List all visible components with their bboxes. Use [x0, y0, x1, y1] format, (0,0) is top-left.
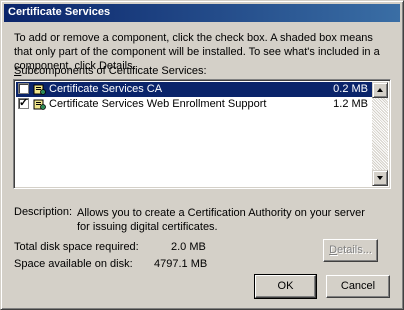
- subcomponents-list[interactable]: Certificate Services CA 0.2 MB ✓ Certifi…: [13, 79, 391, 189]
- subcomponents-label: Subcomponents of Certificate Services:: [14, 65, 207, 77]
- list-item-certificate-services-ca[interactable]: Certificate Services CA 0.2 MB: [16, 82, 372, 97]
- total-disk-value: 2.0 MB: [171, 241, 206, 253]
- description-label: Description:: [14, 206, 73, 218]
- checkbox-web-enrollment-support[interactable]: ✓: [18, 98, 29, 109]
- certificate-component-icon: [33, 84, 46, 95]
- total-disk-label: Total disk space required:: [14, 241, 139, 253]
- available-disk-value: 4797.1 MB: [154, 258, 208, 270]
- list-scrollbar[interactable]: [372, 82, 388, 186]
- ok-button[interactable]: OK: [254, 274, 317, 299]
- scroll-up-button[interactable]: [372, 82, 388, 98]
- description-text: Allows you to create a Certification Aut…: [77, 207, 365, 233]
- list-item-size: 0.2 MB: [333, 83, 368, 95]
- list-item-size: 1.2 MB: [333, 98, 368, 110]
- scroll-down-button[interactable]: [372, 170, 388, 186]
- list-item-label: Certificate Services CA: [49, 83, 163, 95]
- list-item-label: Certificate Services Web Enrollment Supp…: [49, 98, 267, 110]
- certificate-services-dialog: Certificate Services To add or remove a …: [0, 0, 404, 310]
- list-item-web-enrollment-support[interactable]: ✓ Certificate Services Web Enrollment Su…: [16, 97, 372, 112]
- title-bar[interactable]: Certificate Services: [4, 4, 400, 22]
- checkbox-certificate-services-ca[interactable]: [18, 83, 29, 94]
- window-title: Certificate Services: [8, 6, 111, 18]
- available-disk-label: Space available on disk:: [14, 258, 133, 270]
- cancel-button[interactable]: Cancel: [326, 275, 390, 298]
- details-button[interactable]: Details...: [323, 239, 378, 262]
- arrow-up-icon: [377, 88, 383, 92]
- certificate-component-icon: [33, 99, 46, 110]
- arrow-down-icon: [377, 176, 383, 180]
- subcomponents-rows: Certificate Services CA 0.2 MB ✓ Certifi…: [16, 82, 372, 186]
